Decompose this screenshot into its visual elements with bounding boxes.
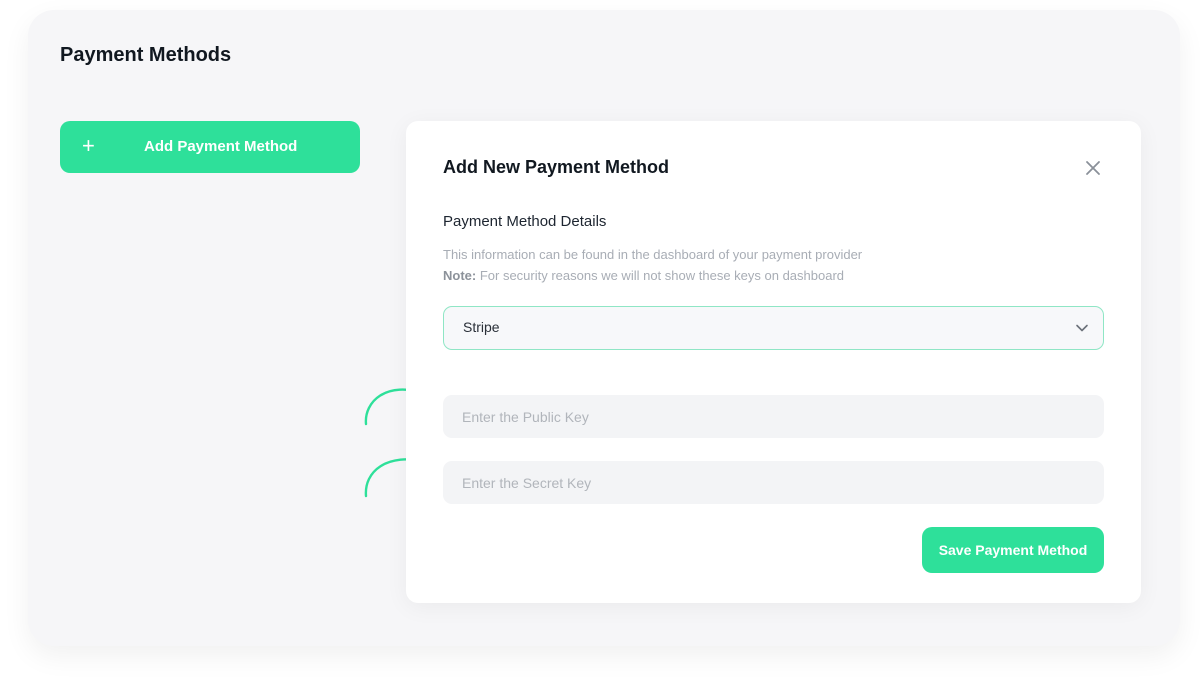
security-note: Note: For security reasons we will not s…: [443, 265, 862, 286]
save-payment-method-button[interactable]: Save Payment Method: [922, 527, 1104, 573]
note-label: Note:: [443, 268, 477, 283]
note-text: For security reasons we will not show th…: [476, 268, 845, 283]
provider-select-value: Stripe: [463, 319, 500, 335]
close-icon[interactable]: [1083, 158, 1103, 178]
add-payment-method-modal: Add New Payment Method Payment Method De…: [406, 121, 1141, 603]
provider-select[interactable]: Stripe: [443, 306, 1104, 350]
help-text: This information can be found in the das…: [443, 244, 862, 286]
add-payment-method-button[interactable]: + Add Payment Method: [60, 121, 360, 173]
plus-icon: +: [82, 133, 95, 158]
help-line: This information can be found in the das…: [443, 247, 863, 262]
add-payment-method-label: Add Payment Method: [144, 138, 298, 155]
secret-key-input[interactable]: [443, 461, 1104, 504]
page-title: Payment Methods: [60, 44, 232, 66]
modal-title: Add New Payment Method: [443, 157, 670, 177]
section-title: Payment Method Details: [443, 213, 607, 230]
public-key-input[interactable]: [443, 395, 1104, 438]
chevron-down-icon: [1076, 324, 1088, 332]
